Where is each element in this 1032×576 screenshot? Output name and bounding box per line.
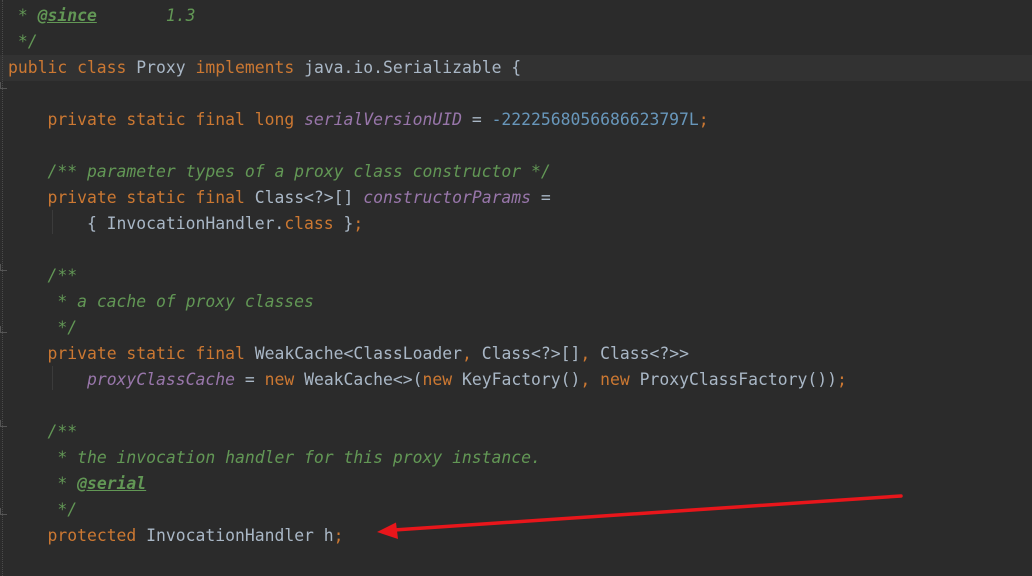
arrow-shaft — [392, 494, 903, 532]
code-editor[interactable]: * @since 1.3 */public class Proxy implem… — [0, 0, 1032, 576]
arrow-head — [377, 522, 398, 539]
annotation-arrow — [377, 494, 903, 539]
